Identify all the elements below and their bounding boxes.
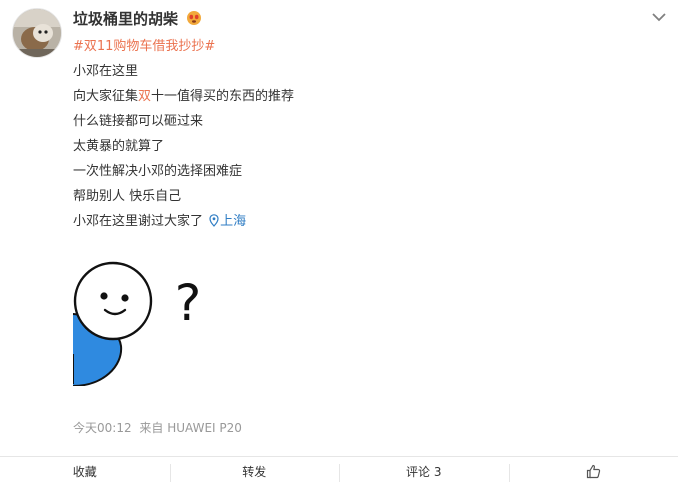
question-mark-text: ? (175, 274, 202, 332)
post-text: #双11购物车借我抄抄# 小邓在这里 向大家征集双十一值得买的东西的推荐 什么链… (73, 34, 663, 234)
post-line-6: 帮助别人 快乐自己 (73, 189, 182, 204)
location-text[interactable]: 上海 (220, 214, 246, 229)
post-line-1: 小邓在这里 (73, 64, 139, 79)
post-meta: 今天00:12 来自 HUAWEI P20 (73, 419, 246, 436)
location-pin-icon (209, 211, 219, 236)
post-line-3: 什么链接都可以砸过来 (73, 114, 204, 129)
post-line-2-highlight: 双 (138, 89, 152, 104)
post-line-7-text: 小邓在这里谢过大家了 (73, 214, 204, 229)
red-face-emoji-icon (186, 10, 202, 30)
avatar[interactable] (12, 8, 62, 58)
action-bar: 收藏 转发 评论 3 (0, 456, 678, 487)
location-link[interactable]: 上海 (209, 214, 246, 229)
repost-button[interactable]: 转发 (169, 457, 340, 487)
repost-label: 转发 (242, 464, 267, 479)
thumbs-up-icon (586, 464, 601, 479)
post-line-2: 向大家征集双十一值得买的东西的推荐 (73, 84, 663, 109)
post-menu-chevron-down-icon[interactable] (649, 9, 669, 25)
avatar-photo (13, 9, 61, 57)
comment-button[interactable]: 评论 3 (339, 457, 509, 487)
post-line-5: 一次性解决小邓的选择困难症 (73, 164, 243, 179)
post-line-7: 小邓在这里谢过大家了 上海 (73, 209, 663, 234)
like-button[interactable] (508, 457, 678, 487)
post-time[interactable]: 今天00:12 (73, 421, 132, 435)
favorite-label: 收藏 (72, 464, 97, 479)
post-line-4: 太黄暴的就算了 (73, 139, 165, 154)
hashtag-line: #双11购物车借我抄抄# (73, 34, 663, 59)
favorite-button[interactable]: 收藏 (0, 457, 170, 487)
post-username[interactable]: 垃圾桶里的胡柴 (73, 8, 202, 30)
hashtag-link[interactable]: #双11购物车借我抄抄# (73, 39, 215, 54)
post-line-2-post: 十一值得买的东西的推荐 (151, 89, 295, 104)
username-text[interactable]: 垃圾桶里的胡柴 (73, 10, 178, 28)
post-image-cartoon[interactable]: ? (73, 246, 223, 386)
comment-label: 评论 3 (406, 464, 442, 479)
post-line-2-pre: 向大家征集 (73, 89, 139, 104)
post-source: 来自 HUAWEI P20 (139, 421, 242, 435)
